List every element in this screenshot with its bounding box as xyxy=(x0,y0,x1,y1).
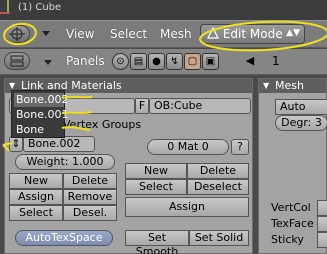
logic-icon[interactable]: ⊙ xyxy=(112,53,129,70)
vertex-group-dropdown: Bone.002 Bone.001 Bone xyxy=(11,90,69,138)
mode-label: Edit Mode xyxy=(222,27,283,41)
select-group-button[interactable]: Select xyxy=(9,205,63,221)
new-material-button[interactable]: New xyxy=(125,163,187,179)
fake-user-button[interactable]: F xyxy=(135,98,149,114)
chevron-updown-icon: ▲▼ xyxy=(286,28,300,38)
object-name-field[interactable]: OB:Cube xyxy=(149,98,251,114)
mode-triangle-icon xyxy=(207,26,219,39)
mesh-panel-title-label: Mesh xyxy=(275,79,304,92)
header-collapse-button[interactable] xyxy=(40,25,54,43)
texface-button[interactable] xyxy=(317,216,327,232)
crosshair-icon xyxy=(9,27,25,41)
deselect-material-button[interactable]: Deselect xyxy=(187,179,249,195)
viewport-header: View Select Mesh Edit Mode ▲▼ xyxy=(0,20,327,48)
degree-field[interactable]: Degr: 3 xyxy=(275,115,327,131)
axis-x-line xyxy=(0,12,10,14)
delete-material-button[interactable]: Delete xyxy=(187,163,249,179)
weight-field[interactable]: Weight: 1.000 xyxy=(15,154,115,170)
prev-layer-arrow-icon[interactable]: ◀ xyxy=(238,54,262,70)
object-icon[interactable]: ↯ xyxy=(166,53,183,70)
menu-view[interactable]: View xyxy=(66,27,94,41)
dropdown-item-bone[interactable]: Bone xyxy=(14,123,64,137)
material-help-button[interactable]: ? xyxy=(231,139,249,155)
delete-group-button[interactable]: Delete xyxy=(63,173,117,189)
mode-selector[interactable]: Edit Mode ▲▼ xyxy=(200,24,305,44)
vertcol-label: VertCol xyxy=(271,201,311,214)
autotexspace-toggle[interactable]: AutoTexSpace xyxy=(15,230,113,246)
triangle-down-icon[interactable] xyxy=(42,54,54,70)
triangle-down-icon: ▼ xyxy=(263,81,270,90)
sticky-label: Sticky xyxy=(271,233,304,246)
menu-select[interactable]: Select xyxy=(110,27,147,41)
buttons-window-icon xyxy=(10,55,24,67)
3d-viewport-strip[interactable]: (1) Cube xyxy=(0,0,327,20)
material-index-field[interactable]: 0 Mat 0 xyxy=(147,139,229,155)
layer-number: 1 xyxy=(272,54,280,68)
group-menu-icon[interactable]: ⇕ xyxy=(9,136,23,152)
editing-icon[interactable]: ▢ xyxy=(184,53,201,70)
new-group-button[interactable]: New xyxy=(9,173,63,189)
set-smooth-button[interactable]: Set Smooth xyxy=(125,230,189,254)
panels-label: Panels xyxy=(66,54,105,68)
sticky-button[interactable] xyxy=(317,232,327,248)
select-material-button[interactable]: Select xyxy=(125,179,187,195)
mesh-panel-title[interactable]: ▼ Mesh xyxy=(259,79,326,93)
vertex-group-field[interactable]: Bone.002 xyxy=(23,136,95,152)
assign-material-button[interactable]: Assign xyxy=(125,197,249,217)
remove-group-button[interactable]: Remove xyxy=(63,189,117,205)
triangle-down-icon xyxy=(42,31,50,36)
scene-icon[interactable]: ▣ xyxy=(202,53,219,70)
vertcol-button[interactable] xyxy=(317,200,327,216)
window-type-button[interactable] xyxy=(4,52,30,70)
menu-mesh[interactable]: Mesh xyxy=(160,27,192,41)
script-icon[interactable]: ▤ xyxy=(130,53,147,70)
shading-icon[interactable]: ● xyxy=(148,53,165,70)
texface-label: TexFace xyxy=(271,217,314,230)
deselect-group-button[interactable]: Desel. xyxy=(63,205,117,221)
window-type-button[interactable] xyxy=(4,25,30,43)
object-label: (1) Cube xyxy=(18,2,62,13)
dropdown-item-bone-002[interactable]: Bone.002 xyxy=(14,93,69,107)
set-solid-button[interactable]: Set Solid xyxy=(189,230,249,246)
dropdown-item-bone-001[interactable]: Bone.001 xyxy=(14,108,69,122)
auto-smooth-toggle[interactable]: Auto Smoo xyxy=(275,99,327,127)
buttons-window-header: Panels ⊙ ▤ ● ↯ ▢ ▣ ◀ 1 xyxy=(0,49,327,75)
mesh-panel: ▼ Mesh Auto Smoo Degr: 3 VertCol TexFace… xyxy=(258,78,327,254)
vertex-groups-label: Vertex Groups xyxy=(63,118,142,131)
assign-group-button[interactable]: Assign xyxy=(9,189,63,205)
